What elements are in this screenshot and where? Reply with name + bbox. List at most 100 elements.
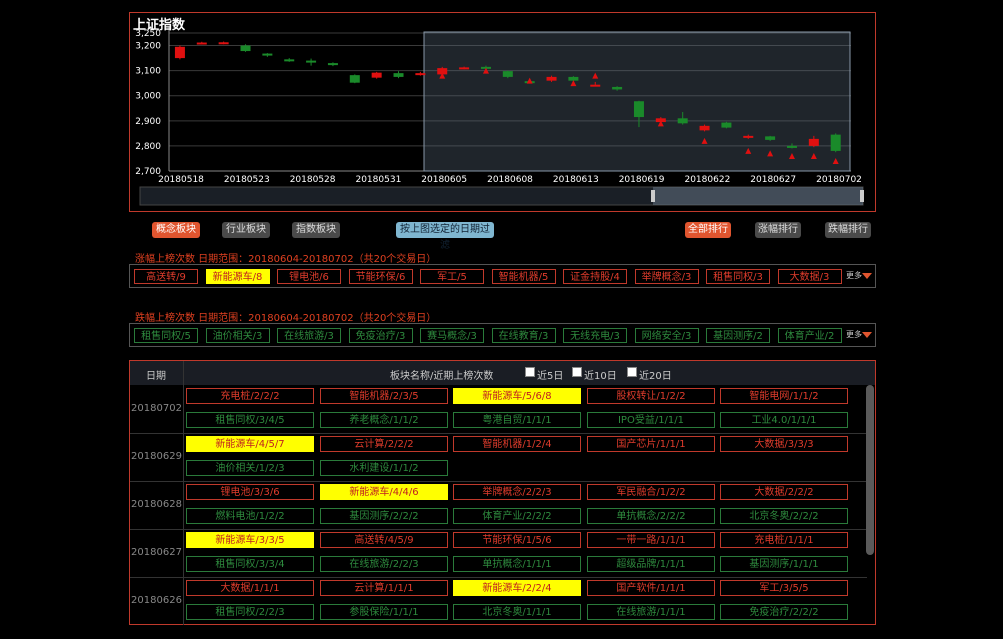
sector-cell[interactable]: 参股保险/1/1/1 bbox=[320, 604, 448, 620]
sector-cell[interactable]: 大数据/2/2/2 bbox=[720, 484, 848, 500]
rise-chip[interactable]: 新能源车/8 bbox=[205, 269, 270, 284]
candle-body bbox=[284, 59, 295, 62]
sector-cell[interactable]: 北京冬奥/1/1/1 bbox=[453, 604, 581, 620]
candle-body bbox=[830, 134, 841, 151]
sector-cell[interactable]: 云计算/2/2/2 bbox=[320, 436, 448, 452]
fall-chip[interactable]: 油价相关/3 bbox=[205, 328, 270, 343]
sector-cell[interactable]: 工业4.0/1/1/1 bbox=[720, 412, 848, 428]
sector-cell[interactable]: 节能环保/1/5/6 bbox=[453, 532, 581, 548]
rise-chip[interactable]: 节能环保/6 bbox=[348, 269, 413, 284]
fall-chip[interactable]: 在线旅游/3 bbox=[277, 328, 341, 343]
sector-cell[interactable]: 充电桩/2/2/2 bbox=[186, 388, 314, 404]
sector-cell[interactable]: 智能机器/1/2/4 bbox=[453, 436, 581, 452]
sector-cell[interactable]: 军工/3/5/5 bbox=[720, 580, 848, 596]
up-rank-button[interactable]: 涨幅排行 bbox=[755, 222, 801, 238]
table-scrollbar[interactable] bbox=[866, 385, 874, 555]
sector-cell[interactable]: 燃料电池/1/2/2 bbox=[186, 508, 314, 524]
chevron-down-icon[interactable] bbox=[862, 332, 872, 338]
fall-chip[interactable]: 体育产业/2 bbox=[777, 328, 842, 343]
sector-cell[interactable]: 租售同权/3/3/4 bbox=[186, 556, 314, 572]
sector-cell[interactable]: 充电桩/1/1/1 bbox=[720, 532, 848, 548]
sector-cell[interactable]: 租售同权/3/4/5 bbox=[186, 412, 314, 428]
fall-chip[interactable]: 无线充电/3 bbox=[563, 328, 627, 343]
candle-body bbox=[415, 73, 426, 76]
check-5d-checkbox[interactable] bbox=[525, 367, 535, 377]
sector-cell[interactable]: 新能源车/4/4/6 bbox=[320, 484, 448, 500]
check-10d-label: 近10日 bbox=[584, 371, 617, 382]
fall-chip[interactable]: 租售同权/5 bbox=[134, 328, 198, 343]
sector-cell[interactable]: 一带一路/1/1/1 bbox=[587, 532, 715, 548]
sector-cell[interactable]: 基因测序/1/1/1 bbox=[720, 556, 848, 572]
table-header: 日期 板块名称/近期上榜次数 近5日 近10日 近20日 bbox=[130, 361, 875, 385]
chart-title: 上证指数 bbox=[133, 18, 186, 33]
rise-chip[interactable]: 智能机器/5 bbox=[491, 269, 556, 284]
sector-cell[interactable]: 在线旅游/1/1/1 bbox=[587, 604, 715, 620]
all-rank-button[interactable]: 全部排行 bbox=[685, 222, 731, 238]
more-link[interactable]: 更多 bbox=[846, 270, 862, 281]
filter-by-date-button[interactable]: 按上图选定的日期过滤 bbox=[396, 222, 494, 251]
fall-chip[interactable]: 赛马概念/3 bbox=[420, 328, 484, 343]
fall-chip[interactable]: 网络安全/3 bbox=[634, 328, 699, 343]
rise-chip[interactable]: 大数据/3 bbox=[777, 269, 842, 284]
rise-ranking-label: 涨幅上榜次数 日期范围：20180604-20180702（共20个交易日） bbox=[135, 254, 437, 265]
more-link[interactable]: 更多 bbox=[846, 329, 862, 340]
rise-chip[interactable]: 军工/5 bbox=[420, 269, 484, 284]
concept-sector-button[interactable]: 概念板块 bbox=[152, 222, 200, 238]
sector-cell[interactable]: 新能源车/3/3/5 bbox=[186, 532, 314, 548]
rise-chip[interactable]: 高送转/9 bbox=[134, 269, 198, 284]
group-divider bbox=[130, 481, 867, 482]
sector-cell[interactable]: 云计算/1/1/1 bbox=[320, 580, 448, 596]
sector-cell[interactable]: 在线旅游/2/2/3 bbox=[320, 556, 448, 572]
fall-chip[interactable]: 免疫治疗/3 bbox=[348, 328, 413, 343]
sector-cell[interactable]: 北京冬奥/2/2/2 bbox=[720, 508, 848, 524]
chevron-down-icon[interactable] bbox=[862, 273, 872, 279]
fall-chip[interactable]: 在线教育/3 bbox=[491, 328, 556, 343]
index-sector-button[interactable]: 指数板块 bbox=[292, 222, 340, 238]
sector-cell[interactable]: 智能电网/1/1/2 bbox=[720, 388, 848, 404]
rise-chip-row: 高送转/9 新能源车/8 锂电池/6 节能环保/6 军工/5 智能机器/5 证金持股/4 举牌… bbox=[129, 264, 876, 288]
sector-cell[interactable]: 单抗概念/1/1/1 bbox=[453, 556, 581, 572]
x-tick-label: 20180613 bbox=[553, 175, 599, 185]
x-tick-label: 20180518 bbox=[158, 175, 204, 185]
rise-chip[interactable]: 举牌概念/3 bbox=[634, 269, 699, 284]
check-10d-checkbox[interactable] bbox=[572, 367, 582, 377]
candle-body bbox=[240, 45, 251, 52]
candlestick-chart[interactable]: 3,2503,2003,1003,0002,9002,8002,70020180… bbox=[129, 12, 876, 212]
sector-cell[interactable]: 免疫治疗/2/2/2 bbox=[720, 604, 848, 620]
sector-cell[interactable]: 军民融合/1/2/2 bbox=[587, 484, 715, 500]
fall-chip[interactable]: 基因测序/2 bbox=[706, 328, 770, 343]
sector-cell[interactable]: 新能源车/2/2/4 bbox=[453, 580, 581, 596]
sector-cell[interactable]: 新能源车/4/5/7 bbox=[186, 436, 314, 452]
down-rank-button[interactable]: 跌幅排行 bbox=[825, 222, 871, 238]
sector-cell[interactable]: 高送转/4/5/9 bbox=[320, 532, 448, 548]
x-tick-label: 20180531 bbox=[355, 175, 401, 185]
sector-cell[interactable]: 基因测序/2/2/2 bbox=[320, 508, 448, 524]
sector-cell[interactable]: 举牌概念/2/2/3 bbox=[453, 484, 581, 500]
sector-cell[interactable]: IPO受益/1/1/1 bbox=[587, 412, 715, 428]
sector-cell[interactable]: 体育产业/2/2/2 bbox=[453, 508, 581, 524]
sector-cell[interactable]: 水利建设/1/1/2 bbox=[320, 460, 448, 476]
sector-cell[interactable]: 大数据/3/3/3 bbox=[720, 436, 848, 452]
rise-chip[interactable]: 锂电池/6 bbox=[277, 269, 341, 284]
sector-cell[interactable]: 智能机器/2/3/5 bbox=[320, 388, 448, 404]
sector-cell[interactable]: 超级品牌/1/1/1 bbox=[587, 556, 715, 572]
sector-cell[interactable]: 养老概念/1/1/2 bbox=[320, 412, 448, 428]
sector-cell[interactable]: 股权转让/1/2/2 bbox=[587, 388, 715, 404]
check-5d-label: 近5日 bbox=[537, 371, 564, 382]
sector-cell[interactable]: 粤港自贸/1/1/1 bbox=[453, 412, 581, 428]
sector-cell[interactable]: 新能源车/5/6/8 bbox=[453, 388, 581, 404]
sector-cell[interactable]: 租售同权/2/2/3 bbox=[186, 604, 314, 620]
rise-chip[interactable]: 证金持股/4 bbox=[563, 269, 627, 284]
sector-cell[interactable]: 油价相关/1/2/3 bbox=[186, 460, 314, 476]
sector-cell[interactable]: 大数据/1/1/1 bbox=[186, 580, 314, 596]
x-tick-label: 20180528 bbox=[290, 175, 336, 185]
date-column-header: 日期 bbox=[146, 371, 166, 382]
sector-cell[interactable]: 国产芯片/1/1/1 bbox=[587, 436, 715, 452]
rise-chip[interactable]: 租售同权/3 bbox=[706, 269, 770, 284]
industry-sector-button[interactable]: 行业板块 bbox=[222, 222, 270, 238]
sector-cell[interactable]: 锂电池/3/3/6 bbox=[186, 484, 314, 500]
sector-cell[interactable]: 国产软件/1/1/1 bbox=[587, 580, 715, 596]
sector-cell[interactable]: 单抗概念/2/2/2 bbox=[587, 508, 715, 524]
group-divider bbox=[130, 433, 867, 434]
check-20d-checkbox[interactable] bbox=[627, 367, 637, 377]
